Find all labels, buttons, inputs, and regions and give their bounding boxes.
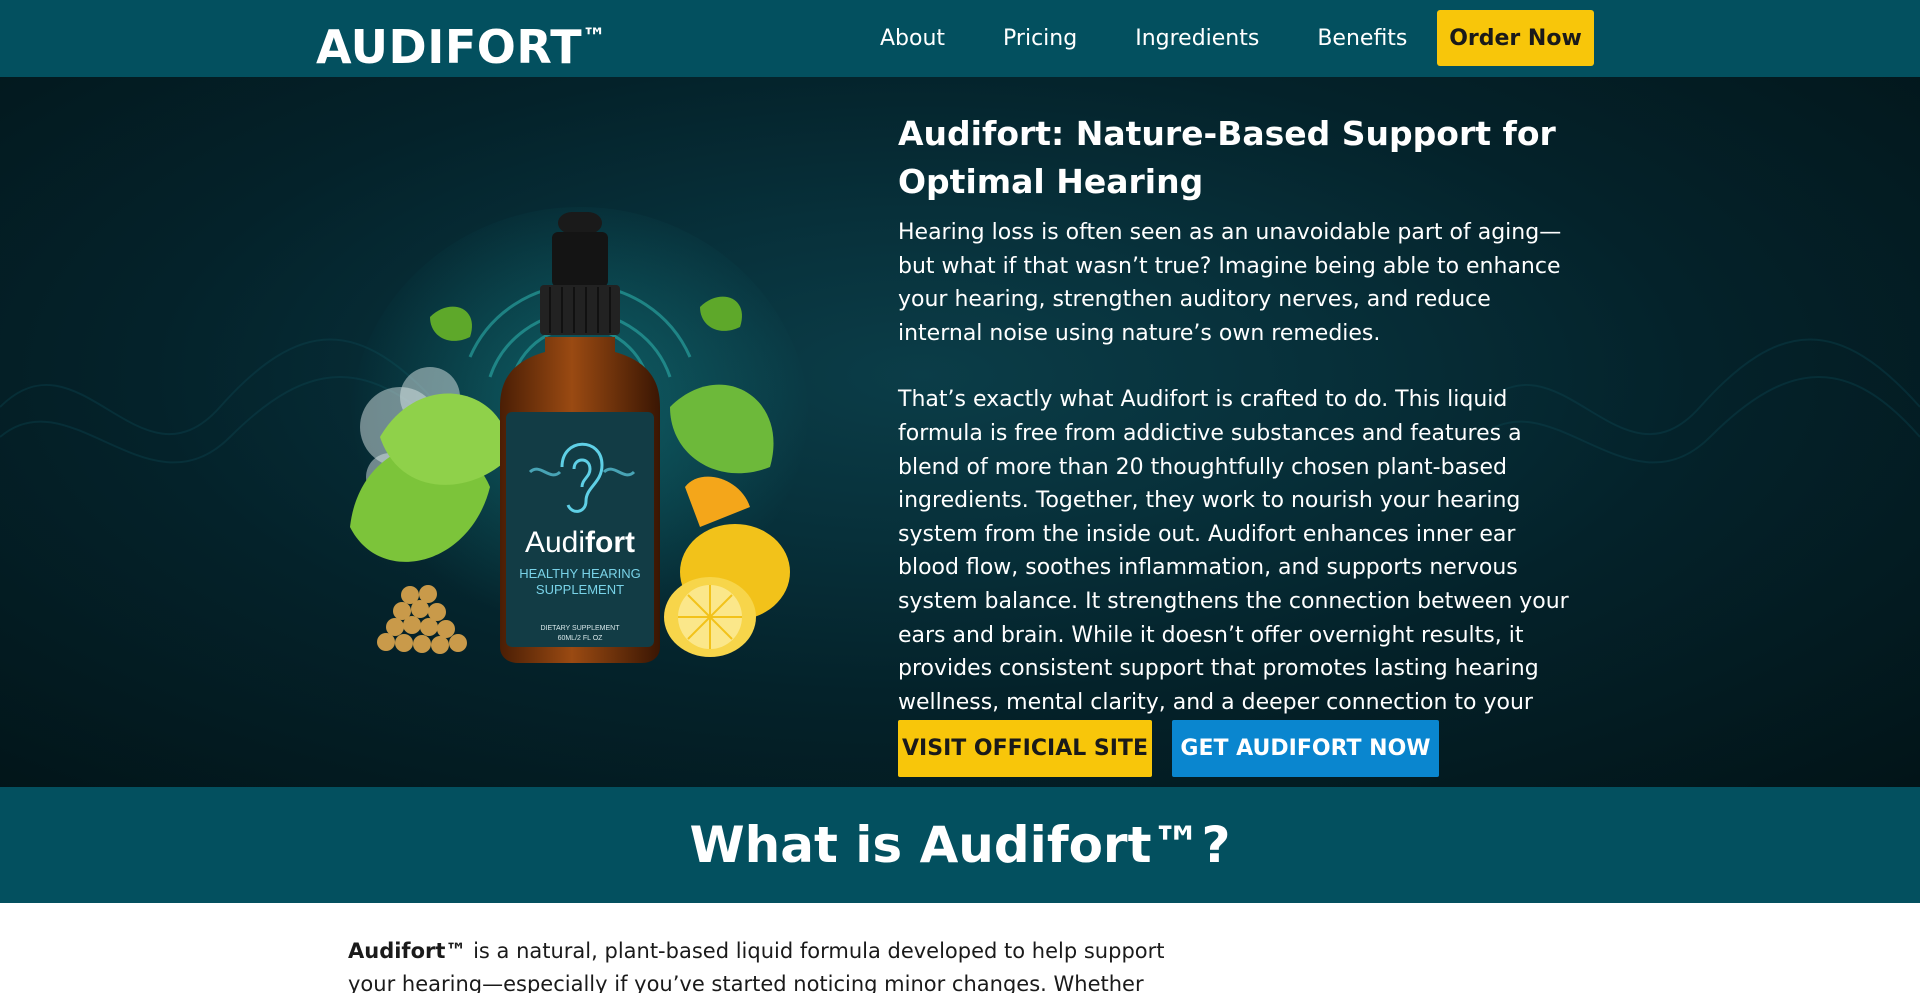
section-title: What is Audifort™? bbox=[689, 816, 1231, 874]
nav-link-ingredients[interactable]: Ingredients bbox=[1135, 26, 1259, 51]
svg-text:HEALTHY HEARING: HEALTHY HEARING bbox=[519, 566, 641, 581]
svg-text:60ML/2 FL OZ: 60ML/2 FL OZ bbox=[558, 635, 604, 642]
top-navbar: AUDIFORT™ About Pricing Ingredients Bene… bbox=[0, 0, 1920, 77]
nav-links: About Pricing Ingredients Benefits bbox=[880, 0, 1407, 77]
what-is-section-header: What is Audifort™? bbox=[0, 787, 1920, 903]
visit-official-site-button[interactable]: VISIT OFFICIAL SITE bbox=[898, 720, 1152, 777]
intro-brand-bold: Audifort™ bbox=[348, 939, 467, 963]
nav-link-pricing[interactable]: Pricing bbox=[1003, 26, 1077, 51]
get-audifort-now-button[interactable]: GET AUDIFORT NOW bbox=[1172, 720, 1439, 777]
intro-paragraph: Audifort™ is a natural, plant-based liqu… bbox=[348, 935, 1168, 993]
intro-text: is a natural, plant-based liquid formula… bbox=[348, 939, 1165, 993]
product-image: Audifort HEALTHY HEARING SUPPLEMENT DIET… bbox=[350, 207, 810, 663]
hero-paragraph-1: Hearing loss is often seen as an unavoid… bbox=[898, 220, 1562, 346]
nav-link-about[interactable]: About bbox=[880, 26, 945, 51]
brand-logo[interactable]: AUDIFORT™ bbox=[316, 8, 607, 76]
order-now-button[interactable]: Order Now bbox=[1437, 10, 1594, 66]
hero-text-block: Audifort: Nature-Based Support for Optim… bbox=[898, 110, 1578, 753]
svg-text:SUPPLEMENT: SUPPLEMENT bbox=[536, 582, 624, 597]
nav-link-benefits[interactable]: Benefits bbox=[1317, 26, 1407, 51]
hero-section: Audifort HEALTHY HEARING SUPPLEMENT DIET… bbox=[0, 77, 1920, 787]
svg-text:Audifort: Audifort bbox=[525, 526, 635, 559]
hero-cta-buttons: VISIT OFFICIAL SITE GET AUDIFORT NOW bbox=[898, 720, 1439, 777]
hero-title: Audifort: Nature-Based Support for Optim… bbox=[898, 114, 1556, 201]
svg-text:DIETARY SUPPLEMENT: DIETARY SUPPLEMENT bbox=[541, 625, 621, 632]
hero-paragraph-2: That’s exactly what Audifort is crafted … bbox=[898, 387, 1569, 748]
